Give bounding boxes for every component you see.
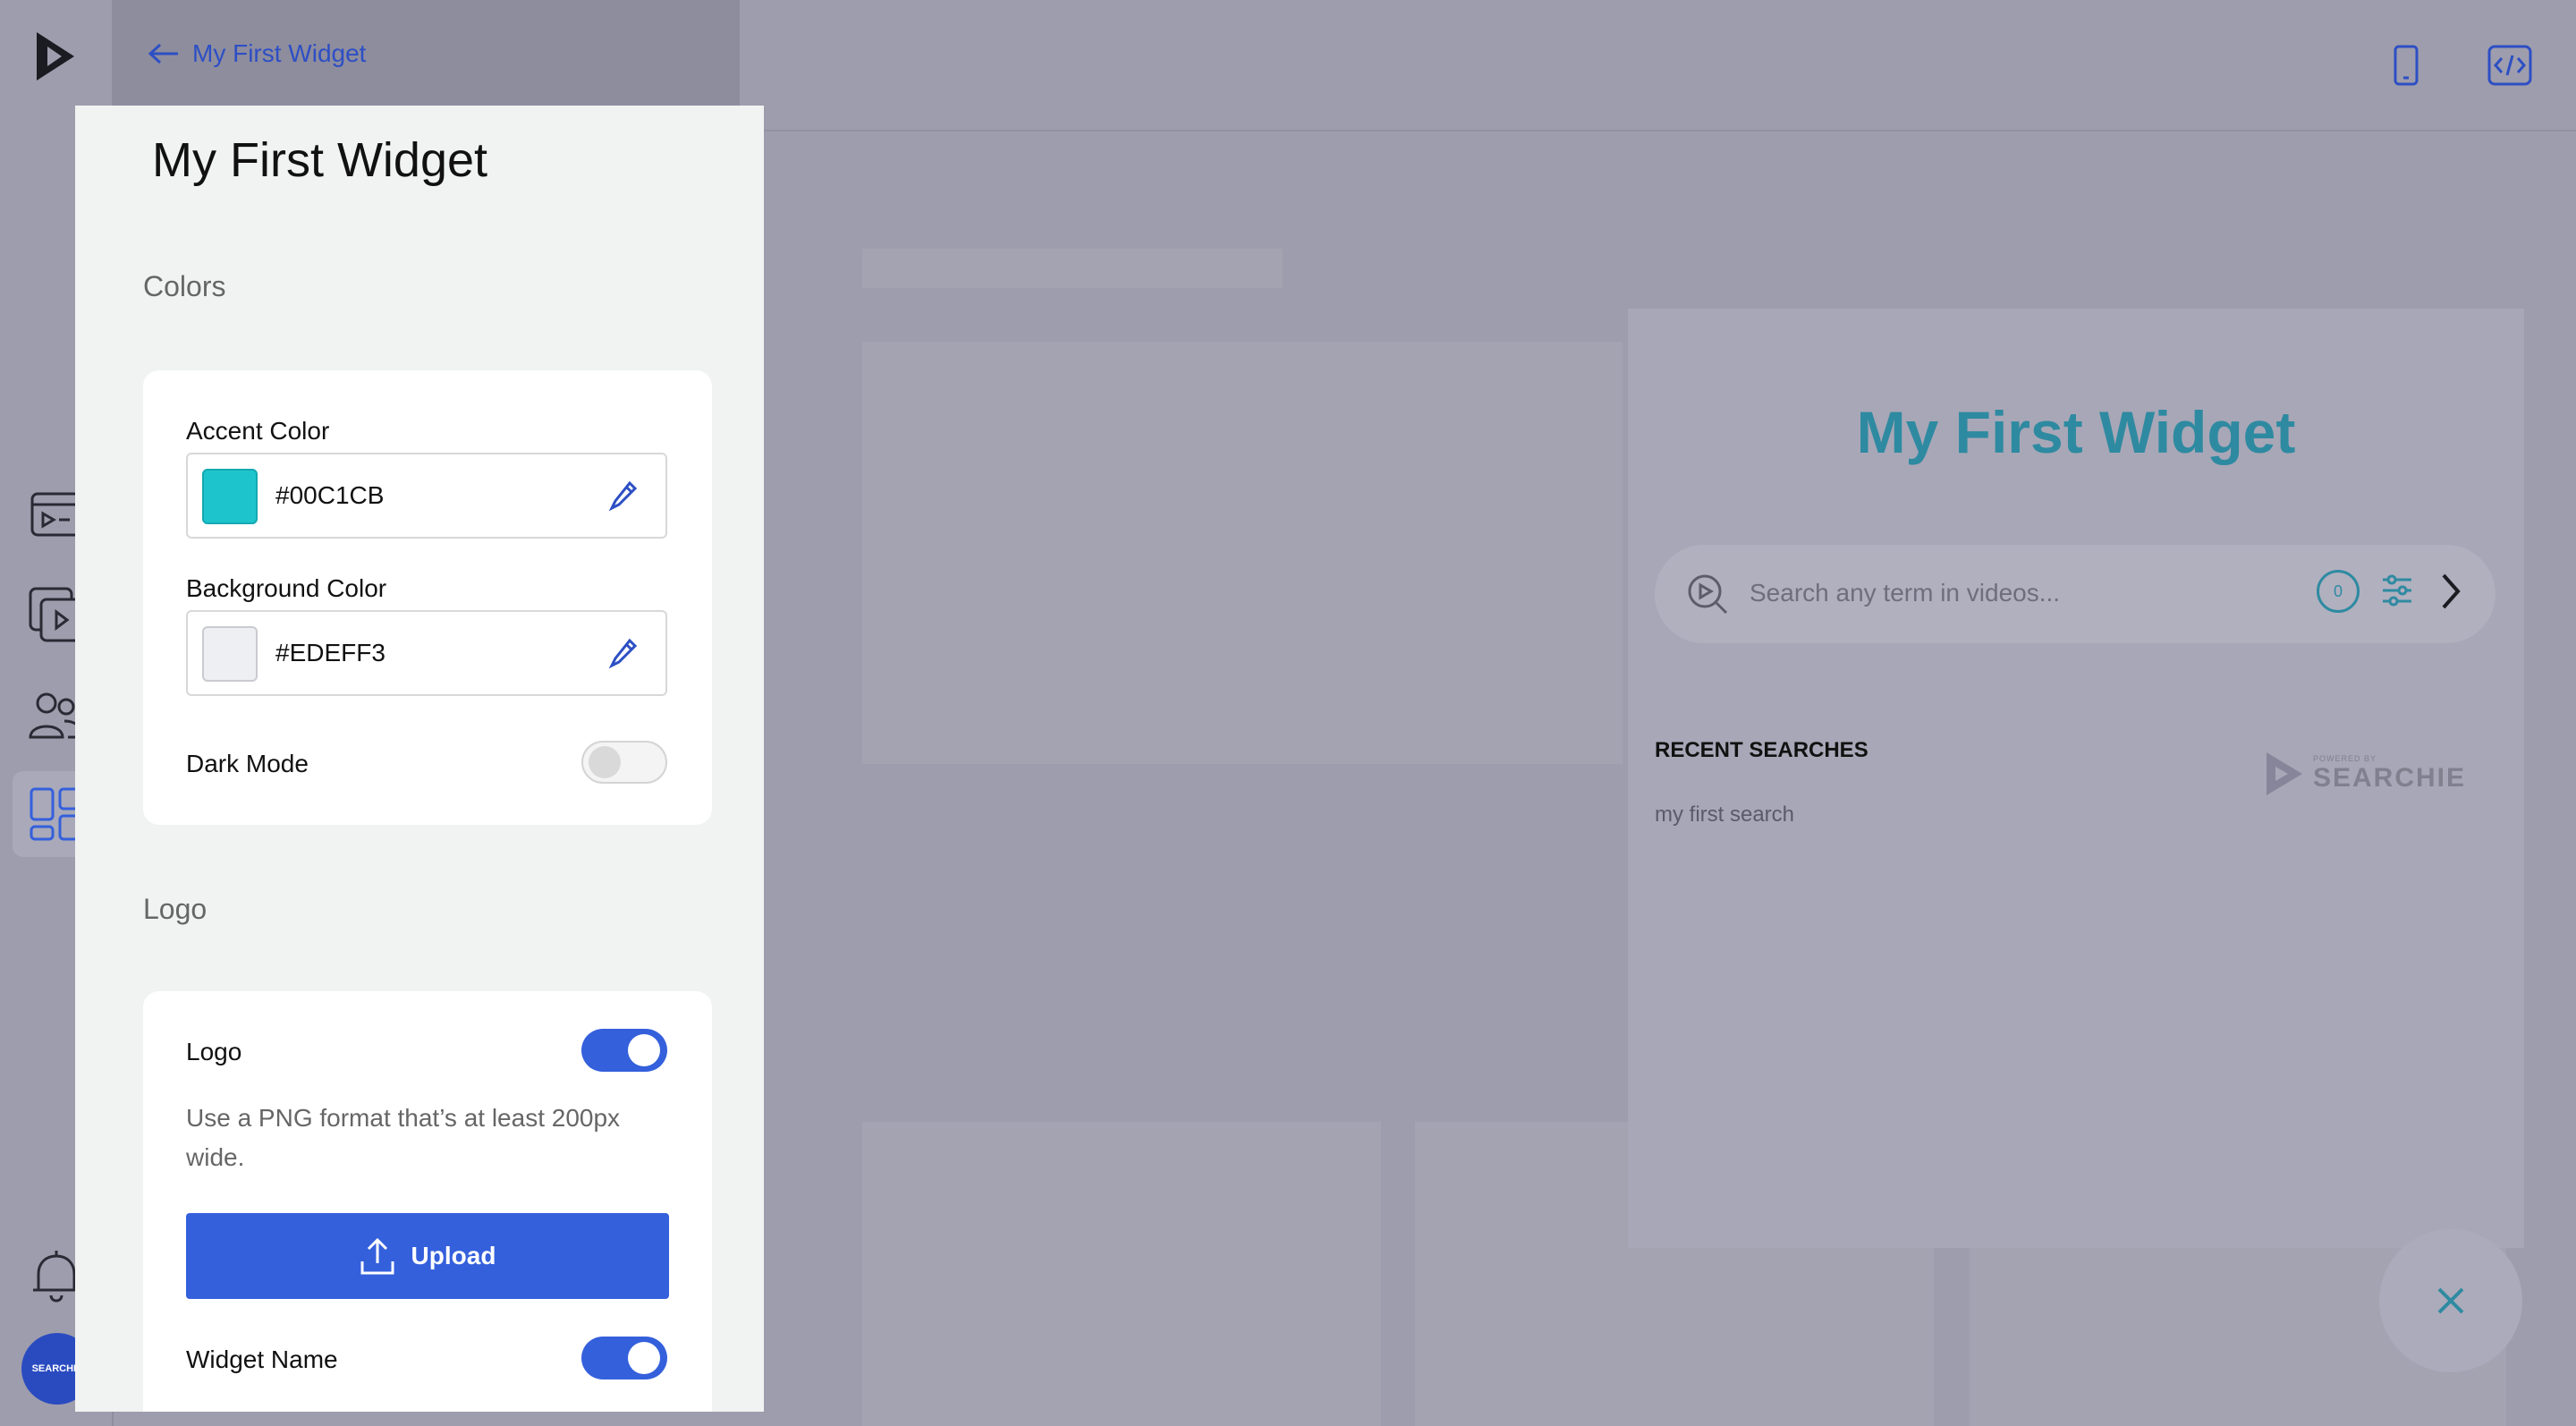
placeholder-bar — [862, 249, 1283, 288]
panel-title: My First Widget — [152, 133, 488, 187]
eyedropper-icon[interactable] — [608, 637, 639, 674]
background-color-swatch[interactable] — [202, 626, 258, 682]
embed-code-icon[interactable] — [2485, 40, 2535, 90]
accent-color-value: #00C1CB — [275, 481, 385, 509]
back-link-label: My First Widget — [192, 39, 367, 67]
widget-search-bar[interactable]: Search any term in videos... 0 — [1655, 545, 2496, 643]
upload-icon — [360, 1237, 394, 1275]
close-preview-button[interactable] — [2379, 1229, 2522, 1372]
recent-searches-heading: RECENT SEARCHES — [1655, 738, 1868, 762]
mobile-preview-icon[interactable] — [2381, 40, 2431, 90]
accent-color-field[interactable]: #00C1CB — [186, 453, 667, 539]
back-link[interactable]: My First Widget — [148, 39, 366, 68]
recent-search-item[interactable]: my first search — [1655, 802, 1794, 828]
widget-preview-title: My First Widget — [1856, 399, 2296, 465]
logo-label: Logo — [186, 1038, 242, 1065]
top-bar — [741, 0, 2576, 132]
app-logo-icon[interactable] — [27, 27, 86, 86]
logo-card: Logo Use a PNG format that’s at least 20… — [143, 991, 712, 1412]
result-count-badge: 0 — [2317, 570, 2360, 613]
dark-mode-toggle[interactable] — [581, 741, 667, 784]
colors-card: Accent Color #00C1CB Background Color #E… — [143, 370, 712, 825]
searchie-brand-text: SEARCHIE — [2313, 763, 2467, 793]
accent-color-label: Accent Color — [186, 417, 330, 445]
dark-mode-label: Dark Mode — [186, 750, 309, 777]
powered-by-searchie: POWERED BY SEARCHIE — [2261, 747, 2466, 801]
upload-button[interactable]: Upload — [186, 1213, 669, 1299]
eyedropper-icon[interactable] — [608, 480, 639, 516]
placeholder-block — [862, 1122, 1381, 1426]
upload-button-label: Upload — [411, 1242, 496, 1269]
background-color-label: Background Color — [186, 574, 387, 602]
background-color-field[interactable]: #EDEFF3 — [186, 610, 667, 696]
background-color-value: #EDEFF3 — [275, 639, 386, 666]
widget-name-toggle[interactable] — [581, 1337, 667, 1379]
logo-toggle[interactable] — [581, 1029, 667, 1072]
chevron-right-icon[interactable] — [2438, 572, 2463, 615]
widget-name-label: Widget Name — [186, 1345, 338, 1373]
powered-by-text: POWERED BY — [2313, 754, 2377, 763]
widget-preview: My First Widget Search any term in video… — [1628, 309, 2524, 1248]
logo-section-title: Logo — [143, 893, 208, 925]
filter-sliders-icon[interactable] — [2381, 573, 2413, 612]
search-placeholder: Search any term in videos... — [1750, 579, 2061, 607]
video-search-icon — [1687, 573, 1728, 619]
back-arrow-icon — [148, 43, 178, 64]
logo-help-text: Use a PNG format that’s at least 200px w… — [186, 1104, 621, 1171]
colors-section-title: Colors — [143, 270, 226, 302]
widget-settings-panel: My First Widget Colors Accent Color #00C… — [75, 106, 764, 1412]
accent-color-swatch[interactable] — [202, 469, 258, 524]
searchie-logo-icon — [2267, 752, 2302, 795]
placeholder-block — [862, 342, 1623, 764]
close-icon — [2437, 1287, 2464, 1314]
